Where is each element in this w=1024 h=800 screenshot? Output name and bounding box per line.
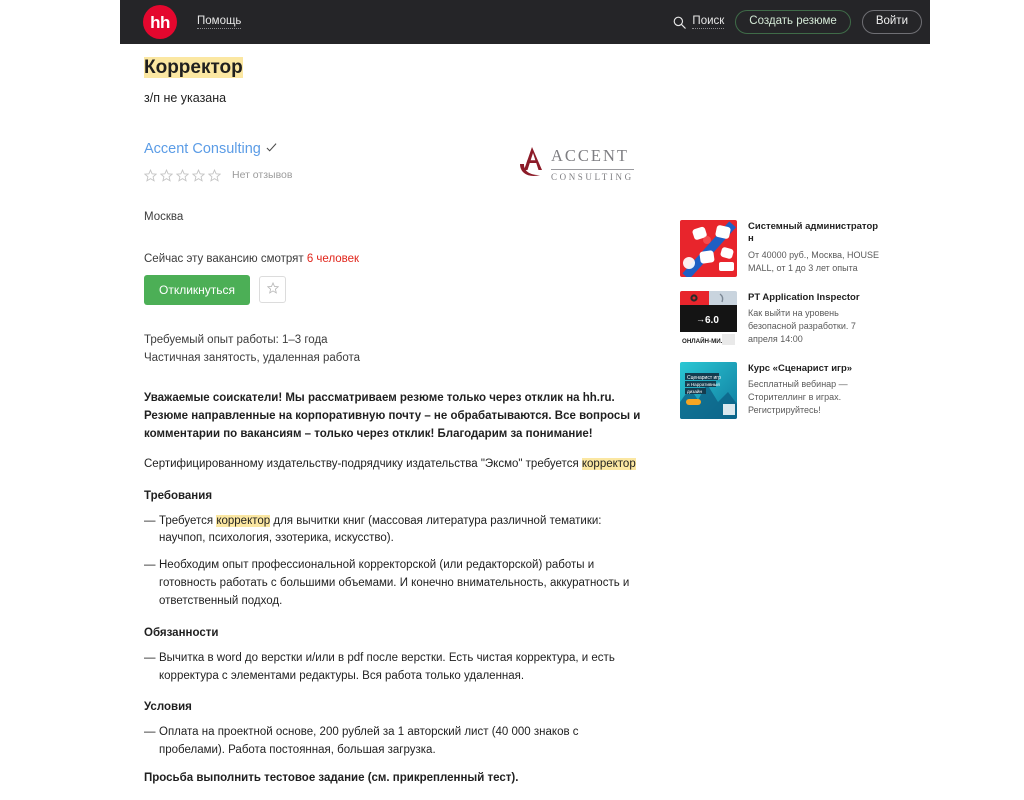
list-item-before: Вычитка в word до верстки и/или в pdf по… xyxy=(159,651,615,682)
search-button[interactable]: Поиск xyxy=(673,15,725,29)
login-button[interactable]: Войти xyxy=(861,9,922,35)
list-item-before: Требуется xyxy=(159,514,217,527)
ad-title: Курс «Сценарист игр» xyxy=(748,363,853,374)
help-link[interactable]: Помощь xyxy=(197,15,242,29)
ad-thumbnail: → 6.0 ОНЛАЙН-МИ... xyxy=(680,291,737,348)
site-header: hh Помощь Поиск Создать резюме Войти xyxy=(120,0,930,44)
search-label: Поиск xyxy=(692,15,725,29)
ad-body: Курс «Сценарист игр» Бесплатный вебинар … xyxy=(748,362,880,419)
experience-text: Требуемый опыт работы: 1–3 года xyxy=(144,333,328,346)
list-item: Оплата на проектной основе, 200 рублей з… xyxy=(144,724,644,760)
star-icon xyxy=(208,168,221,182)
ad-thumbnail xyxy=(680,220,737,277)
section-heading: Требования xyxy=(144,489,213,502)
viewers-prefix: Сейчас эту вакансию смотрят xyxy=(144,252,307,265)
page-title-text: Корректор xyxy=(144,57,243,78)
rating-row: Нет отзывов xyxy=(144,168,644,182)
city-label: Москва xyxy=(144,210,184,223)
viewers-line: Сейчас эту вакансию смотрят 6 человек xyxy=(144,253,644,265)
svg-text:→: → xyxy=(696,314,705,324)
description-intro: Уважаемые соискатели! Мы рассматриваем р… xyxy=(144,392,641,441)
star-icon xyxy=(192,168,205,182)
list-item: Требуется корректор для вычитки книг (ма… xyxy=(144,513,644,549)
description-lead-before: Сертифицированному издательству-подрядчи… xyxy=(144,457,582,470)
sidebar-ads: Системный администратор н От 40000 руб.,… xyxy=(680,220,880,433)
star-rating[interactable] xyxy=(144,168,221,182)
star-icon xyxy=(176,168,189,182)
ad-title: Системный администратор н xyxy=(748,221,879,245)
ad-description: От 40000 руб., Москва, HOUSE MALL, от 1 … xyxy=(748,249,880,273)
description-lead: Сертифицированному издательству-подрядчи… xyxy=(144,456,644,474)
favorite-button[interactable] xyxy=(259,276,287,304)
reviews-label: Нет отзывов xyxy=(232,169,293,182)
star-icon xyxy=(160,168,173,182)
section-heading: Условия xyxy=(144,701,192,714)
svg-text:6.0: 6.0 xyxy=(705,315,719,326)
section-list: Оплата на проектной основе, 200 рублей з… xyxy=(144,724,644,760)
hh-logo-text: hh xyxy=(150,12,170,32)
apply-button[interactable]: Откликнуться xyxy=(144,274,251,305)
vacancy-meta: Требуемый опыт работы: 1–3 года Частична… xyxy=(144,332,644,368)
ad-description: Бесплатный вебинар — Сторителлинг в игра… xyxy=(748,379,848,416)
list-item: Вычитка в word до верстки и/или в pdf по… xyxy=(144,650,644,686)
verified-checkmark-icon xyxy=(266,140,277,158)
star-icon xyxy=(144,168,157,182)
section-heading: Обязанности xyxy=(144,626,219,639)
company-link[interactable]: Accent Consulting xyxy=(144,141,261,157)
ad-thumbnail: Сценарист игр и Нарративный дизайн xyxy=(680,362,737,419)
search-icon xyxy=(673,16,687,29)
page-title: Корректор xyxy=(144,57,243,80)
section-list: Требуется корректор для вычитки книг (ма… xyxy=(144,513,644,611)
company-row: Accent Consulting xyxy=(144,140,644,158)
vacancy-main-column: Корректор з/п не указана Accent Consulti… xyxy=(144,44,644,800)
ad-item[interactable]: Системный администратор н От 40000 руб.,… xyxy=(680,220,880,277)
star-outline-icon xyxy=(266,282,279,297)
list-item-highlight: корректор xyxy=(216,514,271,527)
list-item-before: Необходим опыт профессиональной корректо… xyxy=(159,559,630,607)
page-body: ACCENT CONSULTING Корректор з/п не указа… xyxy=(0,44,1024,784)
list-item-before: Оплата на проектной основе, 200 рублей з… xyxy=(159,726,579,757)
viewers-count: 6 человек xyxy=(306,252,360,265)
employment-text: Частичная занятость, удаленная работа xyxy=(144,351,360,364)
create-resume-button[interactable]: Создать резюме xyxy=(735,9,851,35)
svg-text:дизайн: дизайн xyxy=(687,388,702,394)
ad-item[interactable]: Сценарист игр и Нарративный дизайн Курс … xyxy=(680,362,880,419)
section-list: Вычитка в word до верстки и/или в pdf по… xyxy=(144,650,644,686)
list-item: Необходим опыт профессиональной корректо… xyxy=(144,557,644,610)
description-lead-highlight: корректор xyxy=(581,457,636,470)
ad-title: PT Application Inspector xyxy=(748,292,860,303)
svg-text:ОНЛАЙН-МИ...: ОНЛАЙН-МИ... xyxy=(682,337,726,345)
ad-body: PT Application Inspector Как выйти на ур… xyxy=(748,291,880,348)
salary-text: з/п не указана xyxy=(144,90,227,105)
ad-body: Системный администратор н От 40000 руб.,… xyxy=(748,220,880,277)
action-row: Откликнуться xyxy=(144,274,644,305)
hh-logo[interactable]: hh xyxy=(143,5,177,39)
svg-text:Сценарист игр: Сценарист игр xyxy=(687,375,721,381)
ad-description: Как выйти на уровень безопасной разработ… xyxy=(748,308,856,345)
svg-text:и Нарративный: и Нарративный xyxy=(687,381,720,387)
ad-item[interactable]: → 6.0 ОНЛАЙН-МИ... PT Application Inspec… xyxy=(680,291,880,348)
vacancy-description: Уважаемые соискатели! Мы рассматриваем р… xyxy=(144,390,644,787)
header-actions: Поиск Создать резюме Войти xyxy=(673,0,922,44)
description-closing: Просьба выполнить тестовое задание (см. … xyxy=(144,771,519,784)
